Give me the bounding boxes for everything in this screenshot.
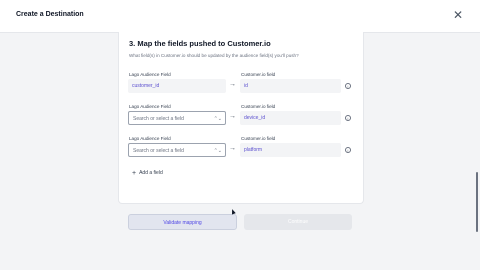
plus-icon: +: [132, 170, 137, 177]
target-field-label: Customer.io field: [241, 104, 276, 109]
source-field-label: Lago Audience Field: [129, 72, 171, 77]
scrollbar-track[interactable]: [472, 33, 480, 270]
modal-header: Create a Destination ✕: [0, 0, 480, 33]
arrow-right-icon: →: [229, 145, 236, 152]
source-field-select[interactable]: Search or select a field ⌃⌄: [128, 143, 226, 157]
info-icon[interactable]: i: [345, 83, 351, 89]
add-field-label: Add a field: [139, 170, 163, 176]
chevron-updown-icon: ⌃⌄: [213, 116, 222, 122]
arrow-right-icon: →: [229, 113, 236, 120]
continue-button[interactable]: Continue: [244, 214, 352, 230]
source-field-value[interactable]: customer_id: [128, 79, 226, 93]
source-field-select[interactable]: Search or select a field ⌃⌄: [128, 111, 226, 125]
chevron-updown-icon: ⌃⌄: [213, 148, 222, 154]
select-placeholder: Search or select a field: [133, 148, 184, 154]
info-icon[interactable]: i: [345, 147, 351, 153]
close-icon[interactable]: ✕: [452, 8, 464, 22]
select-placeholder: Search or select a field: [133, 116, 184, 122]
source-field-label: Lago Audience Field: [129, 136, 171, 141]
source-field-label: Lago Audience Field: [129, 104, 171, 109]
add-field-button[interactable]: + Add a field: [132, 170, 163, 177]
target-field-value[interactable]: id: [240, 79, 341, 93]
step-description: What field(s) in Customer.io should be u…: [129, 53, 299, 58]
info-icon[interactable]: i: [345, 115, 351, 121]
step-title: 3. Map the fields pushed to Customer.io: [129, 39, 271, 48]
mapping-card: 3. Map the fields pushed to Customer.io …: [118, 32, 364, 204]
arrow-right-icon: →: [229, 81, 236, 88]
target-field-label: Customer.io field: [241, 72, 276, 77]
scrollbar-thumb[interactable]: [476, 172, 478, 232]
target-field-label: Customer.io field: [241, 136, 276, 141]
validate-mapping-button[interactable]: Validate mapping: [128, 214, 237, 230]
modal-title: Create a Destination: [16, 11, 84, 18]
target-field-value[interactable]: device_id: [240, 111, 341, 125]
target-field-value[interactable]: platform: [240, 143, 341, 157]
